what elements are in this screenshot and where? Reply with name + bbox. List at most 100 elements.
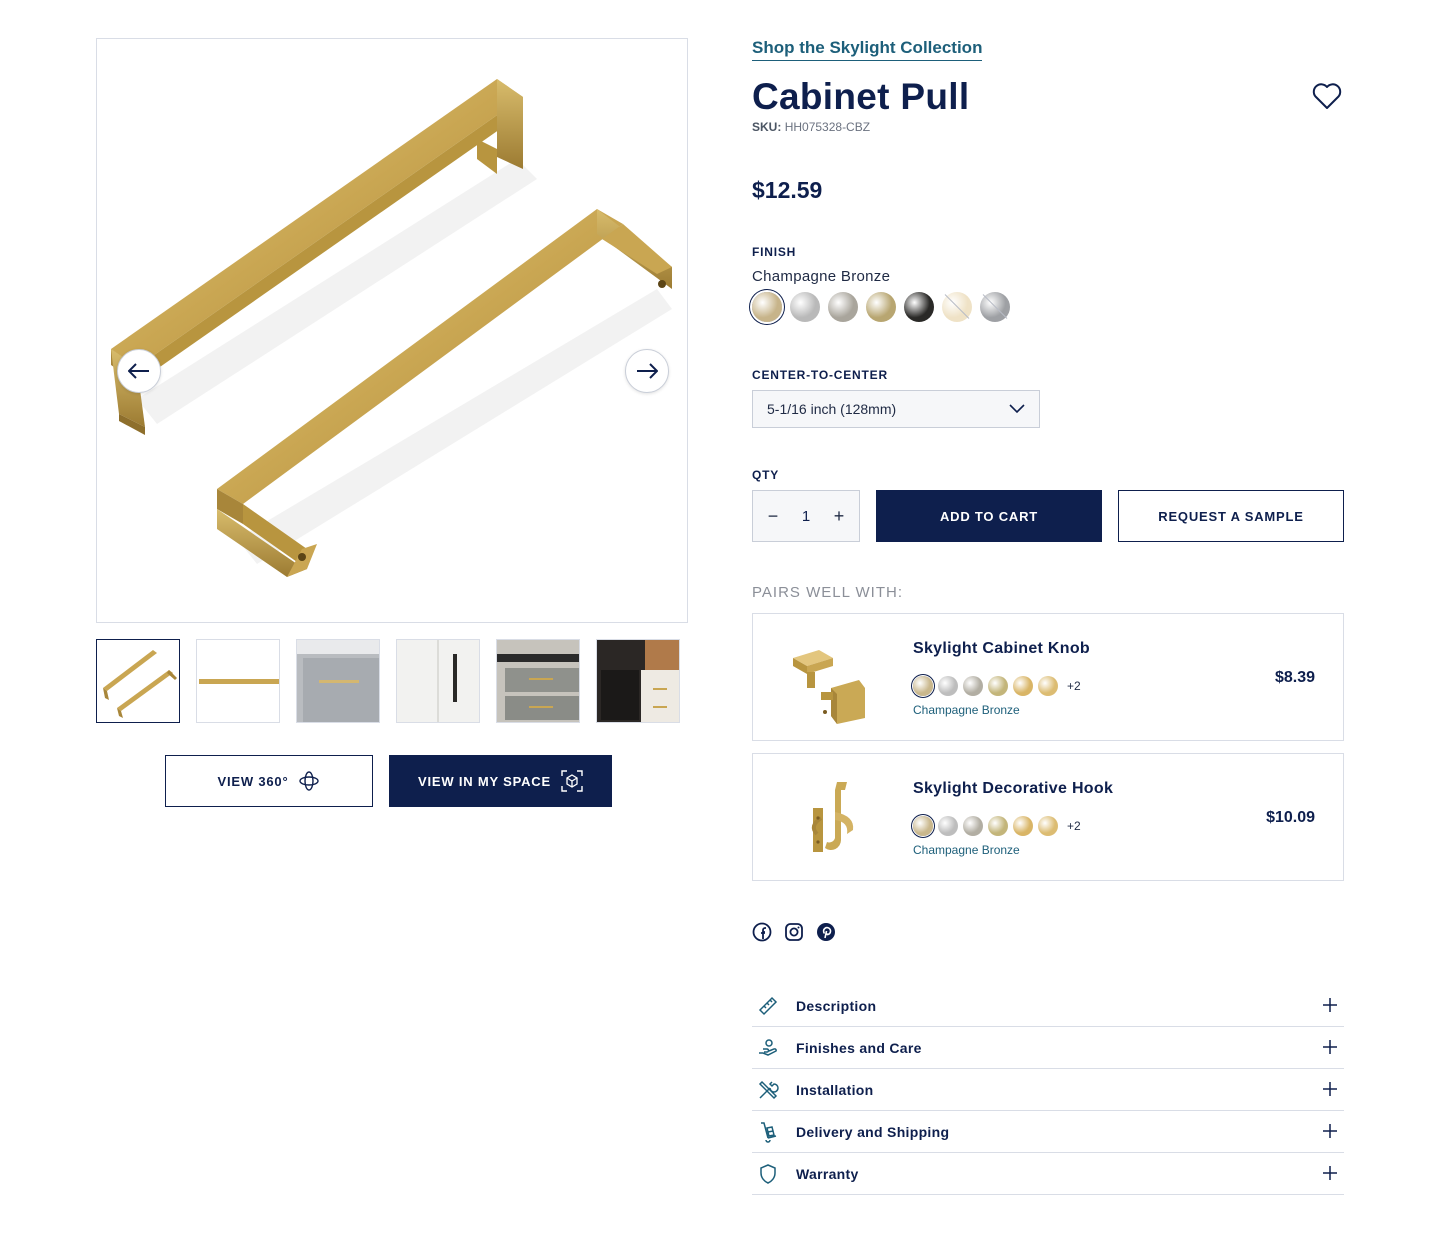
pair-finish-dot[interactable] [988, 816, 1008, 836]
thumbnail-3[interactable] [296, 639, 380, 723]
thumbnail-5[interactable] [496, 639, 580, 723]
pair-finish-dot[interactable] [938, 816, 958, 836]
pair-finish-dot[interactable] [963, 676, 983, 696]
next-image-button[interactable] [625, 349, 669, 393]
accordion-installation[interactable]: Installation [752, 1069, 1344, 1111]
tools-icon [758, 1080, 779, 1099]
ar-cube-icon [561, 770, 583, 792]
finish-label: FINISH [752, 245, 797, 259]
plus-icon [1323, 1166, 1337, 1180]
pair-price: $10.09 [1266, 809, 1315, 826]
pair-finish-name: Champagne Bronze [913, 703, 1020, 717]
plus-icon [1323, 1040, 1337, 1054]
qty-label: QTY [752, 468, 780, 482]
cabinet-pull-image [111, 79, 672, 577]
pair-finish-dot[interactable] [1038, 816, 1058, 836]
accordion-warranty[interactable]: Warranty [752, 1153, 1344, 1195]
pair-card-cabinet-knob[interactable]: Skylight Cabinet Knob +2 Champagne Bronz… [752, 613, 1344, 741]
pair-product-name: Skylight Cabinet Knob [913, 640, 1090, 657]
accordion-description[interactable]: Description [752, 985, 1344, 1027]
accordion-label: Finishes and Care [796, 1039, 922, 1056]
product-main-image [96, 38, 688, 623]
pair-finish-dots: +2 [913, 816, 1081, 836]
product-price: $12.59 [752, 177, 823, 203]
thumbnail-image [597, 640, 679, 722]
instagram-icon[interactable] [784, 922, 804, 942]
hand-truck-icon [761, 1121, 777, 1143]
previous-image-button[interactable] [117, 349, 161, 393]
thumbnail-6[interactable] [596, 639, 680, 723]
ruler-icon [758, 996, 778, 1015]
pinterest-icon[interactable] [816, 922, 836, 942]
cabinet-knob-image [793, 650, 865, 724]
finish-swatch[interactable] [752, 292, 782, 322]
accordion-label: Delivery and Shipping [796, 1123, 950, 1140]
request-sample-button[interactable]: REQUEST A SAMPLE [1118, 490, 1344, 542]
plus-icon [1323, 998, 1337, 1012]
accordion-finishes-care[interactable]: Finishes and Care [752, 1027, 1344, 1069]
add-to-cart-button[interactable]: ADD TO CART [876, 490, 1102, 542]
product-info-accordion: Description Finishes and Care Installati… [752, 985, 1344, 1195]
pair-finish-dot[interactable] [1013, 676, 1033, 696]
thumbnail-2[interactable] [196, 639, 280, 723]
qty-decrease-button[interactable]: − [765, 506, 781, 527]
finish-swatch[interactable] [866, 292, 896, 322]
hand-care-icon [759, 1038, 777, 1056]
wishlist-button[interactable] [1312, 82, 1342, 115]
pair-finish-name: Champagne Bronze [913, 843, 1020, 857]
pair-finish-dot[interactable] [1038, 676, 1058, 696]
view-360-button[interactable]: VIEW 360° [165, 755, 373, 807]
pair-finish-dot[interactable] [1013, 816, 1033, 836]
center-to-center-label: CENTER-TO-CENTER [752, 368, 888, 382]
accordion-label: Description [796, 997, 877, 1014]
arrow-left-icon [128, 363, 149, 379]
pair-price: $8.39 [1274, 669, 1315, 686]
pair-more-finishes: +2 [1067, 679, 1081, 693]
decorative-hook-image [811, 782, 854, 852]
quantity-stepper: − 1 + [752, 490, 860, 542]
pair-finish-dot[interactable] [913, 676, 933, 696]
facebook-icon[interactable] [752, 922, 772, 942]
thumbnail-image [197, 640, 279, 722]
accordion-label: Installation [796, 1081, 874, 1098]
pairs-well-with-label: PAIRS WELL WITH: [752, 584, 904, 601]
finish-swatch[interactable] [790, 292, 820, 322]
thumbnail-strip [96, 639, 680, 723]
thumbnail-4[interactable] [396, 639, 480, 723]
finish-selected-name: Champagne Bronze [752, 268, 891, 285]
thumbnail-image [497, 640, 579, 722]
center-to-center-select[interactable]: 5-1/16 inch (128mm) [752, 390, 1040, 428]
thumbnail-image [297, 640, 379, 722]
arrow-right-icon [637, 363, 658, 379]
view-in-my-space-button[interactable]: VIEW IN MY SPACE [389, 755, 612, 807]
pair-more-finishes: +2 [1067, 819, 1081, 833]
view-buttons: VIEW 360° VIEW IN MY SPACE [165, 755, 612, 807]
shop-collection-link[interactable]: Shop the Skylight Collection [752, 38, 983, 61]
chevron-down-icon [1009, 404, 1025, 414]
finish-swatch[interactable] [828, 292, 858, 322]
heart-icon [1312, 83, 1342, 109]
view-in-my-space-label: VIEW IN MY SPACE [418, 773, 551, 789]
pair-finish-dot[interactable] [963, 816, 983, 836]
pair-finish-dot[interactable] [988, 676, 1008, 696]
qty-increase-button[interactable]: + [831, 506, 847, 527]
thumbnail-1[interactable] [96, 639, 180, 723]
view-360-label: VIEW 360° [217, 773, 289, 789]
social-share [752, 922, 836, 942]
center-to-center-value: 5-1/16 inch (128mm) [767, 401, 897, 417]
finish-swatch[interactable] [904, 292, 934, 322]
plus-icon [1323, 1082, 1337, 1096]
pair-card-decorative-hook[interactable]: Skylight Decorative Hook +2 Champagne Br… [752, 753, 1344, 881]
accordion-delivery-shipping[interactable]: Delivery and Shipping [752, 1111, 1344, 1153]
finish-swatch[interactable] [942, 292, 972, 322]
pair-product-name: Skylight Decorative Hook [913, 780, 1114, 797]
finish-swatch[interactable] [980, 292, 1010, 322]
finish-swatches [752, 292, 1010, 322]
qty-value[interactable]: 1 [802, 508, 810, 525]
plus-icon [1323, 1124, 1337, 1138]
sku-value: HH075328-CBZ [784, 120, 871, 134]
thumbnail-image [397, 640, 479, 722]
pair-finish-dot[interactable] [913, 816, 933, 836]
pair-finish-dot[interactable] [938, 676, 958, 696]
rotate-360-icon [299, 771, 320, 791]
